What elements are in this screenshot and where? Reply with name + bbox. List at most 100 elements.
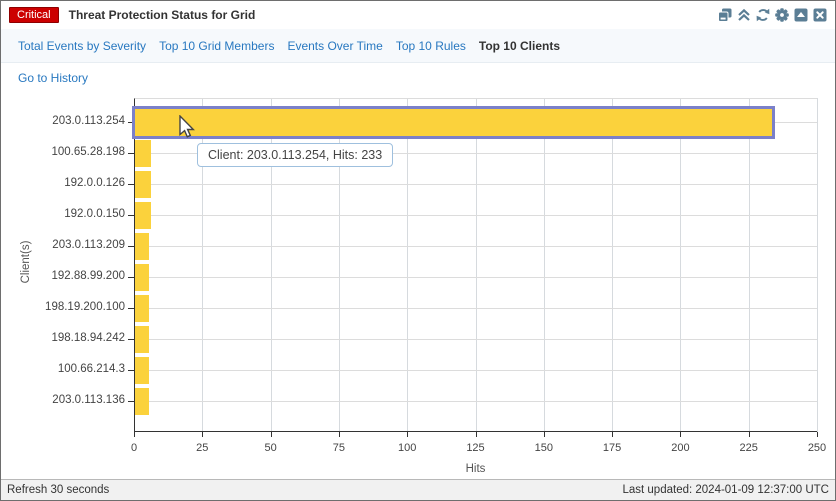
settings-button[interactable] — [774, 7, 790, 23]
y-gridline — [135, 339, 817, 340]
y-axis-label: 198.19.200.100 — [1, 301, 125, 313]
x-axis-title: Hits — [134, 463, 817, 475]
x-axis-tick-label: 250 — [797, 442, 836, 454]
y-axis-label: 203.0.113.136 — [1, 394, 125, 406]
chart-bar[interactable] — [135, 357, 149, 384]
x-axis-tick-label: 200 — [660, 442, 700, 454]
x-axis-tick-label: 100 — [387, 442, 427, 454]
x-tick — [817, 432, 818, 437]
x-tick — [202, 432, 203, 437]
x-gridline — [749, 98, 750, 432]
y-tick — [128, 153, 134, 154]
x-axis-tick-label: 0 — [114, 442, 154, 454]
chart-bar[interactable] — [135, 233, 149, 260]
y-gridline — [135, 401, 817, 402]
x-axis-tick-label: 125 — [456, 442, 496, 454]
y-axis-label: 192.0.0.126 — [1, 177, 125, 189]
refresh-icon — [756, 8, 770, 22]
tab-top-10-grid-members[interactable]: Top 10 Grid Members — [159, 39, 274, 53]
y-tick — [128, 370, 134, 371]
y-tick — [128, 215, 134, 216]
widget-header: Critical Threat Protection Status for Gr… — [1, 1, 835, 30]
severity-badge: Critical — [9, 7, 59, 23]
last-updated: Last updated: 2024-01-09 12:37:00 UTC — [622, 484, 829, 496]
collapse-button[interactable] — [736, 7, 752, 23]
window-controls — [717, 7, 828, 23]
x-gridline — [612, 98, 613, 432]
close-button[interactable] — [812, 7, 828, 23]
x-axis-tick-label: 25 — [182, 442, 222, 454]
threat-protection-widget: Critical Threat Protection Status for Gr… — [0, 0, 836, 501]
x-axis-tick-label: 175 — [592, 442, 632, 454]
y-tick — [128, 246, 134, 247]
go-to-history-link[interactable]: Go to History — [18, 71, 88, 85]
y-gridline — [135, 215, 817, 216]
widget-title: Threat Protection Status for Grid — [69, 8, 256, 22]
close-icon — [813, 8, 827, 22]
y-axis-label: 203.0.113.209 — [1, 239, 125, 251]
x-tick — [476, 432, 477, 437]
x-tick — [749, 432, 750, 437]
tab-total-events-by-severity[interactable]: Total Events by Severity — [18, 39, 146, 53]
y-axis-label: 192.0.0.150 — [1, 208, 125, 220]
chart-bar[interactable] — [135, 171, 151, 198]
chart-bar[interactable] — [135, 295, 149, 322]
tab-top-10-rules[interactable]: Top 10 Rules — [396, 39, 466, 53]
restore-icon — [718, 8, 732, 22]
top-10-clients-chart: 203.0.113.254 100.65.28.198 192.0.0.126 192… — [1, 1, 835, 501]
y-tick — [128, 339, 134, 340]
x-axis-tick-label: 225 — [729, 442, 769, 454]
x-gridline — [817, 98, 818, 432]
chart-bar[interactable] — [135, 202, 151, 229]
y-gridline — [135, 277, 817, 278]
x-axis-tick-label: 150 — [524, 442, 564, 454]
y-tick — [128, 401, 134, 402]
x-tick — [544, 432, 545, 437]
y-axis-label: 198.18.94.242 — [1, 332, 125, 344]
chart-bar[interactable] — [135, 264, 149, 291]
tab-events-over-time[interactable]: Events Over Time — [287, 39, 382, 53]
restore-button[interactable] — [717, 7, 733, 23]
chart-bar[interactable] — [135, 388, 149, 415]
x-tick — [134, 432, 135, 437]
y-tick — [128, 184, 134, 185]
x-tick — [680, 432, 681, 437]
x-tick — [612, 432, 613, 437]
mouse-cursor — [177, 115, 199, 141]
x-tick — [407, 432, 408, 437]
y-tick — [128, 122, 134, 123]
maximize-button[interactable] — [793, 7, 809, 23]
y-tick — [128, 277, 134, 278]
y-tick — [128, 308, 134, 309]
x-axis-tick-label: 75 — [319, 442, 359, 454]
y-axis-label: 203.0.113.254 — [1, 115, 125, 127]
y-gridline — [135, 246, 817, 247]
y-gridline — [135, 122, 817, 123]
y-axis-label: 192.88.99.200 — [1, 270, 125, 282]
chart-tooltip: Client: 203.0.113.254, Hits: 233 — [197, 143, 393, 167]
chart-bar[interactable] — [135, 326, 149, 353]
y-axis-label: 100.66.214.3 — [1, 363, 125, 375]
y-axis-title: Client(s) — [20, 240, 32, 283]
tab-bar: Total Events by Severity Top 10 Grid Memb… — [1, 29, 835, 63]
x-gridline — [407, 98, 408, 432]
gear-icon — [775, 8, 789, 22]
x-tick — [271, 432, 272, 437]
x-axis-tick-label: 50 — [251, 442, 291, 454]
y-axis-label: 100.65.28.198 — [1, 146, 125, 158]
chart-bar-selected[interactable] — [132, 106, 775, 139]
x-gridline — [680, 98, 681, 432]
chart-bar[interactable] — [135, 140, 151, 167]
maximize-icon — [794, 8, 808, 22]
tab-top-10-clients[interactable]: Top 10 Clients — [479, 39, 560, 53]
x-gridline — [476, 98, 477, 432]
collapse-icon — [737, 8, 751, 22]
refresh-button[interactable] — [755, 7, 771, 23]
x-tick — [339, 432, 340, 437]
y-gridline — [135, 184, 817, 185]
content-area: Go to History 203.0.113.254 100.65.28.198… — [1, 63, 835, 479]
y-gridline — [135, 308, 817, 309]
status-bar: Refresh 30 seconds Last updated: 2024-01… — [1, 479, 835, 500]
refresh-status: Refresh 30 seconds — [7, 484, 109, 496]
x-gridline — [544, 98, 545, 432]
